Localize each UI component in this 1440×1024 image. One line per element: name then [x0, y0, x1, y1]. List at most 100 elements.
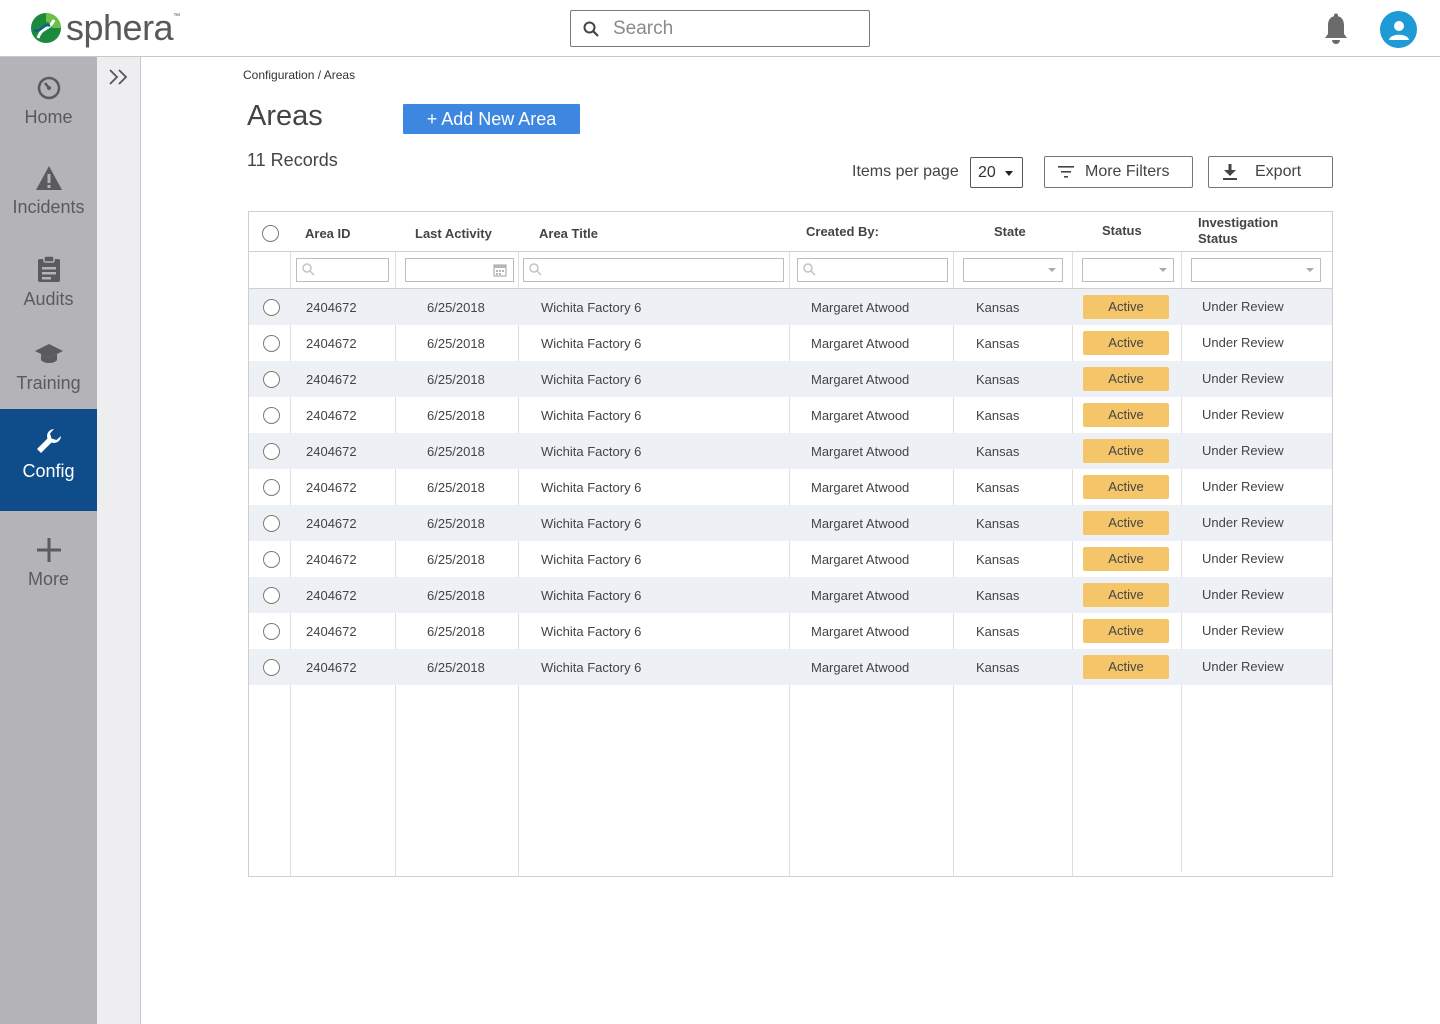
export-button[interactable]: Export: [1208, 156, 1333, 188]
table-row[interactable]: 2404672 6/25/2018 Wichita Factory 6 Margare…: [249, 505, 1332, 541]
header-investigation-status-line1[interactable]: Investigation: [1198, 215, 1278, 230]
table-row[interactable]: 2404672 6/25/2018 Wichita Factory 6 Margare…: [249, 289, 1332, 325]
cell-area-title: Wichita Factory 6: [541, 480, 642, 495]
cell-created-by: Margaret Atwood: [811, 444, 910, 459]
cell-investigation-status: Under Review: [1202, 335, 1284, 350]
cell-created-by: Margaret Atwood: [811, 336, 910, 351]
cell-area-id: 2404672: [306, 516, 357, 531]
cell-area-id: 2404672: [306, 300, 357, 315]
row-select-radio[interactable]: [263, 371, 280, 388]
table-row[interactable]: 2404672 6/25/2018 Wichita Factory 6 Margare…: [249, 325, 1332, 361]
search-input[interactable]: [613, 17, 843, 40]
state-filter-select[interactable]: [963, 258, 1063, 282]
search-icon: [583, 21, 599, 37]
cell-last-activity: 6/25/2018: [427, 480, 485, 495]
search-icon: [302, 263, 315, 276]
status-badge: Active: [1083, 367, 1169, 391]
status-filter-select[interactable]: [1082, 258, 1174, 282]
cell-area-id: 2404672: [306, 408, 357, 423]
nav-item-config[interactable]: Config: [0, 409, 97, 511]
sphera-logo-icon: [31, 13, 61, 43]
cell-last-activity: 6/25/2018: [427, 336, 485, 351]
header-area-title[interactable]: Area Title: [539, 226, 598, 241]
row-select-radio[interactable]: [263, 515, 280, 532]
nav-item-audits[interactable]: Audits: [0, 255, 97, 335]
dashboard-icon: [37, 76, 60, 100]
notification-bell-icon[interactable]: [1322, 13, 1350, 45]
calendar-icon[interactable]: [493, 263, 507, 277]
more-filters-button[interactable]: More Filters: [1044, 156, 1193, 188]
status-badge: Active: [1083, 547, 1169, 571]
filter-row: [249, 252, 1332, 289]
header-created-by[interactable]: Created By:: [806, 224, 879, 239]
row-select-radio[interactable]: [263, 623, 280, 640]
table-row[interactable]: 2404672 6/25/2018 Wichita Factory 6 Margare…: [249, 613, 1332, 649]
area-id-filter[interactable]: [296, 258, 389, 282]
cell-last-activity: 6/25/2018: [427, 300, 485, 315]
row-select-radio[interactable]: [263, 443, 280, 460]
header-state[interactable]: State: [994, 224, 1026, 239]
status-badge: Active: [1083, 331, 1169, 355]
header-area-id[interactable]: Area ID: [305, 226, 351, 241]
status-badge: Active: [1083, 475, 1169, 499]
table-row[interactable]: 2404672 6/25/2018 Wichita Factory 6 Margare…: [249, 649, 1332, 685]
caret-down-icon: [1005, 171, 1013, 176]
graduation-cap-icon: [34, 344, 63, 363]
status-badge: Active: [1083, 295, 1169, 319]
items-per-page-select[interactable]: 20: [970, 157, 1023, 188]
select-all-radio[interactable]: [262, 225, 279, 242]
created-by-filter[interactable]: [797, 258, 948, 282]
table-row[interactable]: 2404672 6/25/2018 Wichita Factory 6 Margare…: [249, 541, 1332, 577]
table-row[interactable]: 2404672 6/25/2018 Wichita Factory 6 Margare…: [249, 433, 1332, 469]
cell-area-title: Wichita Factory 6: [541, 444, 642, 459]
nav-item-home[interactable]: Home: [0, 75, 97, 155]
row-select-radio[interactable]: [263, 335, 280, 352]
cell-area-title: Wichita Factory 6: [541, 624, 642, 639]
header-investigation-status-line2[interactable]: Status: [1198, 231, 1238, 246]
cell-state: Kansas: [976, 444, 1020, 459]
logo-trademark: ™: [173, 12, 181, 20]
cell-created-by: Margaret Atwood: [811, 408, 910, 423]
table-row[interactable]: 2404672 6/25/2018 Wichita Factory 6 Margare…: [249, 397, 1332, 433]
search-icon: [529, 263, 542, 276]
row-select-radio[interactable]: [263, 299, 280, 316]
table-row[interactable]: 2404672 6/25/2018 Wichita Factory 6 Margare…: [249, 469, 1332, 505]
cell-area-id: 2404672: [306, 552, 357, 567]
table-body: 2404672 6/25/2018 Wichita Factory 6 Margare…: [249, 289, 1332, 685]
areas-table: Area ID Last Activity Area Title Created…: [248, 211, 1333, 877]
header-last-activity[interactable]: Last Activity: [415, 226, 492, 241]
cell-investigation-status: Under Review: [1202, 659, 1284, 674]
row-select-radio[interactable]: [263, 587, 280, 604]
nav-item-more[interactable]: More: [0, 537, 97, 617]
table-row[interactable]: 2404672 6/25/2018 Wichita Factory 6 Margare…: [249, 361, 1332, 397]
cell-state: Kansas: [976, 480, 1020, 495]
user-avatar[interactable]: [1380, 11, 1417, 48]
last-activity-filter[interactable]: [405, 258, 514, 282]
status-badge: Active: [1083, 403, 1169, 427]
row-select-radio[interactable]: [263, 479, 280, 496]
nav-item-incidents[interactable]: Incidents: [0, 165, 97, 245]
nav-label-more: More: [27, 569, 69, 589]
cell-area-id: 2404672: [306, 372, 357, 387]
header-status[interactable]: Status: [1102, 223, 1142, 238]
row-select-radio[interactable]: [263, 659, 280, 676]
row-select-radio[interactable]: [263, 407, 280, 424]
search-box[interactable]: [570, 10, 870, 47]
sphera-logo[interactable]: sphera ™: [30, 10, 180, 46]
cell-state: Kansas: [976, 516, 1020, 531]
expand-chevrons-icon[interactable]: [107, 67, 131, 87]
investigation-status-filter-select[interactable]: [1191, 258, 1321, 282]
cell-area-title: Wichita Factory 6: [541, 408, 642, 423]
cell-area-id: 2404672: [306, 624, 357, 639]
table-row[interactable]: 2404672 6/25/2018 Wichita Factory 6 Margare…: [249, 577, 1332, 613]
items-per-page-label: Items per page: [852, 163, 959, 180]
download-icon: [1223, 164, 1237, 180]
row-select-radio[interactable]: [263, 551, 280, 568]
area-title-filter[interactable]: [523, 258, 784, 282]
cell-area-id: 2404672: [306, 588, 357, 603]
top-bar: sphera ™: [0, 0, 1440, 57]
add-new-area-button[interactable]: + Add New Area: [403, 104, 580, 134]
caret-down-icon: [1159, 268, 1167, 272]
cell-last-activity: 6/25/2018: [427, 444, 485, 459]
cell-area-title: Wichita Factory 6: [541, 516, 642, 531]
